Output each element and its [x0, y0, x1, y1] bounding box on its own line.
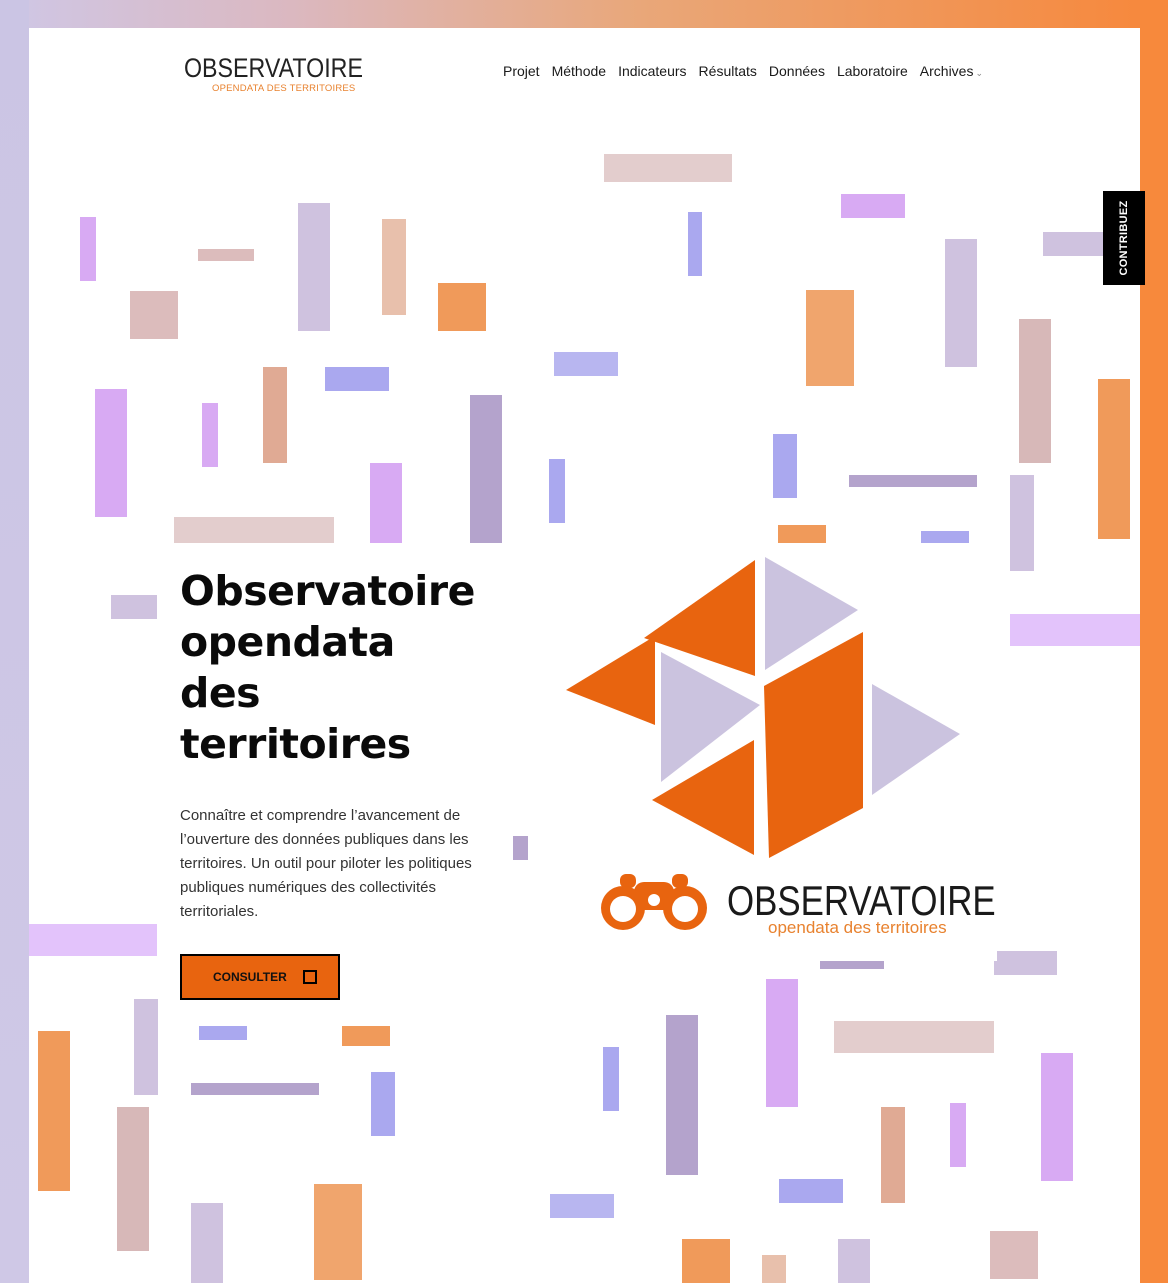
decorative-rectangle [95, 389, 127, 517]
decorative-rectangle [191, 1083, 319, 1095]
decorative-rectangle [174, 517, 334, 543]
main-nav: Projet Méthode Indicateurs Résultats Don… [503, 63, 983, 79]
nav-item-resultats[interactable]: Résultats [699, 63, 757, 79]
decorative-rectangle [766, 979, 798, 1107]
decorative-rectangle [773, 434, 797, 498]
decorative-rectangle [881, 1107, 905, 1203]
decorative-rectangle [1010, 614, 1140, 646]
decorative-rectangle [604, 154, 732, 182]
decorative-rectangle [1019, 319, 1051, 463]
site-logo[interactable]: OBSERVATOIRE OPENDATA DES TERRITOIRES [184, 53, 363, 95]
decorative-rectangle [841, 194, 905, 218]
nav-item-archives-label: Archives [919, 63, 974, 79]
site-logo-name: OBSERVATOIRE [184, 53, 363, 83]
decorative-rectangle [202, 403, 218, 467]
decorative-rectangle [314, 1184, 362, 1280]
hero-title-line: Observatoire [180, 567, 475, 615]
decorative-rectangle [298, 203, 330, 331]
decorative-rectangle [549, 459, 565, 523]
decorative-rectangle [134, 999, 158, 1095]
decorative-rectangle [1010, 475, 1034, 571]
nav-item-indicateurs[interactable]: Indicateurs [618, 63, 686, 79]
decorative-rectangle [945, 239, 977, 367]
contribuez-tab-label: CONTRIBUEZ [1118, 200, 1130, 276]
decorative-rectangle [603, 1047, 619, 1111]
decorative-rectangle [820, 961, 884, 969]
decorative-rectangle [666, 1015, 698, 1175]
decorative-rectangle [1098, 379, 1130, 539]
decorative-rectangle [806, 290, 854, 386]
decorative-rectangle [778, 525, 826, 543]
nav-item-methode[interactable]: Méthode [552, 63, 606, 79]
decorative-rectangle [111, 595, 157, 619]
decorative-rectangle [38, 1031, 70, 1191]
decorative-rectangle [370, 463, 402, 543]
site-logo-tagline: OPENDATA DES TERRITOIRES [212, 83, 356, 94]
decorative-rectangle [550, 1194, 614, 1218]
decorative-rectangle [994, 961, 1026, 975]
decorative-rectangle [325, 367, 389, 391]
consulter-button[interactable]: CONSULTER [180, 954, 340, 1000]
decorative-rectangle [1041, 1053, 1073, 1181]
decorative-rectangle [470, 395, 502, 543]
nav-item-projet[interactable]: Projet [503, 63, 540, 79]
decorative-rectangle [688, 212, 702, 276]
binoculars-icon [601, 874, 707, 930]
decorative-rectangle [990, 1231, 1038, 1279]
decorative-rectangle [117, 1107, 149, 1251]
hero-title-line: territoires [180, 720, 411, 768]
decorative-rectangle [762, 1255, 786, 1283]
decorative-rectangle [80, 217, 96, 281]
decorative-frame-left [0, 0, 29, 1283]
hero-description: Connaître et comprendre l’avancement de … [180, 807, 472, 920]
decorative-rectangle [682, 1239, 730, 1283]
hero-title: Observatoire opendata des territoires [180, 566, 510, 770]
decorative-rectangle [382, 219, 406, 315]
consulter-button-label: CONSULTER [213, 970, 287, 984]
decorative-rectangle [1043, 232, 1107, 256]
nav-item-archives[interactable]: Archives ⌄ [920, 63, 983, 79]
nav-item-donnees[interactable]: Données [769, 63, 825, 79]
illustration-logo-name: OBSERVATOIRE [727, 877, 996, 924]
tangram-logo-icon [566, 557, 960, 858]
contribuez-tab[interactable]: CONTRIBUEZ [1103, 191, 1145, 285]
decorative-rectangle [834, 1021, 994, 1053]
decorative-rectangle [921, 531, 969, 543]
chevron-down-icon: ⌄ [975, 68, 984, 78]
decorative-rectangle [371, 1072, 395, 1136]
decorative-rectangle [779, 1179, 843, 1203]
decorative-rectangle [130, 291, 178, 339]
decorative-rectangle [513, 836, 528, 860]
hero-title-line: opendata [180, 618, 395, 666]
decorative-rectangle [950, 1103, 966, 1167]
decorative-rectangle [342, 1026, 390, 1046]
decorative-rectangle [198, 249, 254, 261]
decorative-rectangle [29, 924, 157, 956]
illustration-logo-tagline: opendata des territoires [768, 918, 947, 937]
hero-title-line: des [180, 669, 261, 717]
decorative-rectangle [849, 475, 977, 487]
nav-item-laboratoire[interactable]: Laboratoire [837, 63, 908, 79]
decorative-rectangle [263, 367, 287, 463]
decorative-rectangle [438, 283, 486, 331]
decorative-rectangle [838, 1239, 870, 1283]
square-icon [303, 970, 317, 984]
decorative-rectangle [554, 352, 618, 376]
decorative-rectangle [191, 1203, 223, 1283]
decorative-rectangle [199, 1026, 247, 1040]
